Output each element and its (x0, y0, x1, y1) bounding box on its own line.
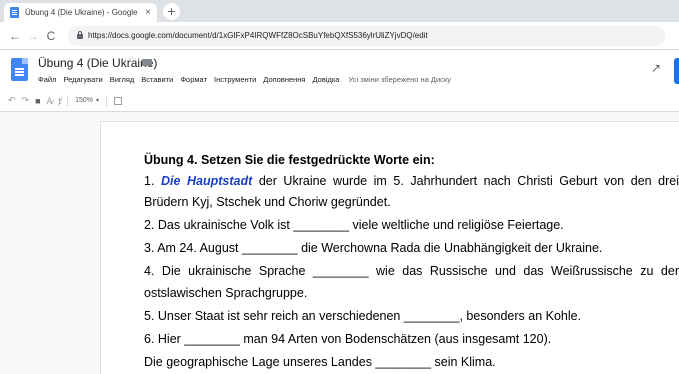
menu-file[interactable]: Файл (38, 75, 56, 84)
print-icon[interactable]: ■ (35, 96, 40, 106)
text-line-7: 5. Unser Staat ist sehr reich an verschi… (144, 309, 582, 323)
text-line-4: 3. Am 24. August ________ die Werchowna … (144, 241, 603, 255)
menu-tools[interactable]: Інструменти (214, 75, 256, 84)
spellcheck-icon[interactable]: A̷ (47, 96, 53, 106)
lock-icon[interactable] (77, 31, 83, 39)
menu-view[interactable]: Вигляд (110, 75, 135, 84)
zoom-select[interactable]: 150% (75, 97, 93, 104)
address-bar[interactable]: https://docs.google.com/document/d/1xGIF… (68, 25, 665, 46)
exercise-heading: Übung 4. Setzen Sie die festgedrückte Wo… (144, 153, 435, 167)
chevron-down-icon[interactable]: ▾ (96, 97, 99, 104)
menu-insert[interactable]: Вставити (141, 75, 173, 84)
tab-title: Übung 4 (Die Ukraine) - Google (25, 8, 138, 17)
menu-edit[interactable]: Редагувати (63, 75, 102, 84)
line-number: 1. (144, 174, 161, 188)
text-line-2: Brüdern Kyj, Stschek und Choriw gegründe… (144, 195, 391, 209)
browser-toolbar: ← → C https://docs.google.com/document/d… (0, 22, 679, 50)
star-icon[interactable]: ☆ (128, 55, 137, 66)
redo-icon[interactable]: ↷ (22, 95, 30, 106)
paint-format-icon[interactable]: ⱦ (59, 96, 62, 106)
toolbar-divider (105, 94, 107, 107)
text-line-9: Die geographische Lage unseres Landes __… (144, 355, 496, 369)
menu-help[interactable]: Довідка (313, 75, 340, 84)
text-line-6: ostslawischen Sprachgruppe. (144, 286, 308, 300)
docs-favicon-icon (10, 7, 19, 18)
browser-tab-strip: Übung 4 (Die Ukraine) - Google × + (0, 0, 679, 22)
highlighted-phrase: Die Hauptstadt (160, 174, 253, 188)
text-line-8: 6. Hier ________ man 94 Arten von Bodens… (144, 332, 552, 346)
folder-icon[interactable] (142, 59, 152, 66)
text-segment: der Ukraine wurde im 5. Jahrhundert nach… (252, 174, 679, 188)
save-status[interactable]: Усі зміни збережено на Диску (348, 75, 451, 84)
insert-box-icon[interactable] (113, 96, 122, 105)
undo-icon[interactable]: ↶ (8, 95, 16, 106)
forward-arrow-icon[interactable]: → (24, 29, 42, 43)
text-line-1: 1. Die Hauptstadt der Ukraine wurde im 5… (144, 173, 679, 189)
text-line-5: 4. Die ukrainische Sprache ________ wie … (144, 264, 679, 278)
edit-toolbar: ↶ ↷ ■ A̷ ⱦ 150% ▾ (0, 90, 679, 112)
menu-bar: Файл Редагувати Вигляд Вставити Формат І… (38, 75, 458, 84)
document-title[interactable]: Übung 4 (Die Ukraine) (38, 56, 157, 70)
reload-icon[interactable]: C (42, 29, 60, 43)
activity-trend-icon[interactable]: ↗ (651, 61, 661, 75)
share-button[interactable] (674, 58, 679, 84)
toolbar-divider (67, 94, 69, 107)
back-arrow-icon[interactable]: ← (6, 29, 24, 43)
browser-tab[interactable]: Übung 4 (Die Ukraine) - Google × (4, 3, 157, 22)
menu-format[interactable]: Формат (180, 75, 207, 84)
new-tab-button[interactable]: + (163, 3, 180, 20)
tab-close-icon[interactable]: × (145, 7, 151, 18)
google-docs-logo-icon[interactable] (11, 58, 28, 81)
menu-addons[interactable]: Доповнення (263, 75, 305, 84)
url-text: https://docs.google.com/document/d/1xGIF… (88, 31, 428, 40)
docs-header: Übung 4 (Die Ukraine) ☆ Файл Редагувати … (0, 50, 679, 90)
text-line-3: 2. Das ukrainische Volk ist ________ vie… (144, 218, 564, 232)
